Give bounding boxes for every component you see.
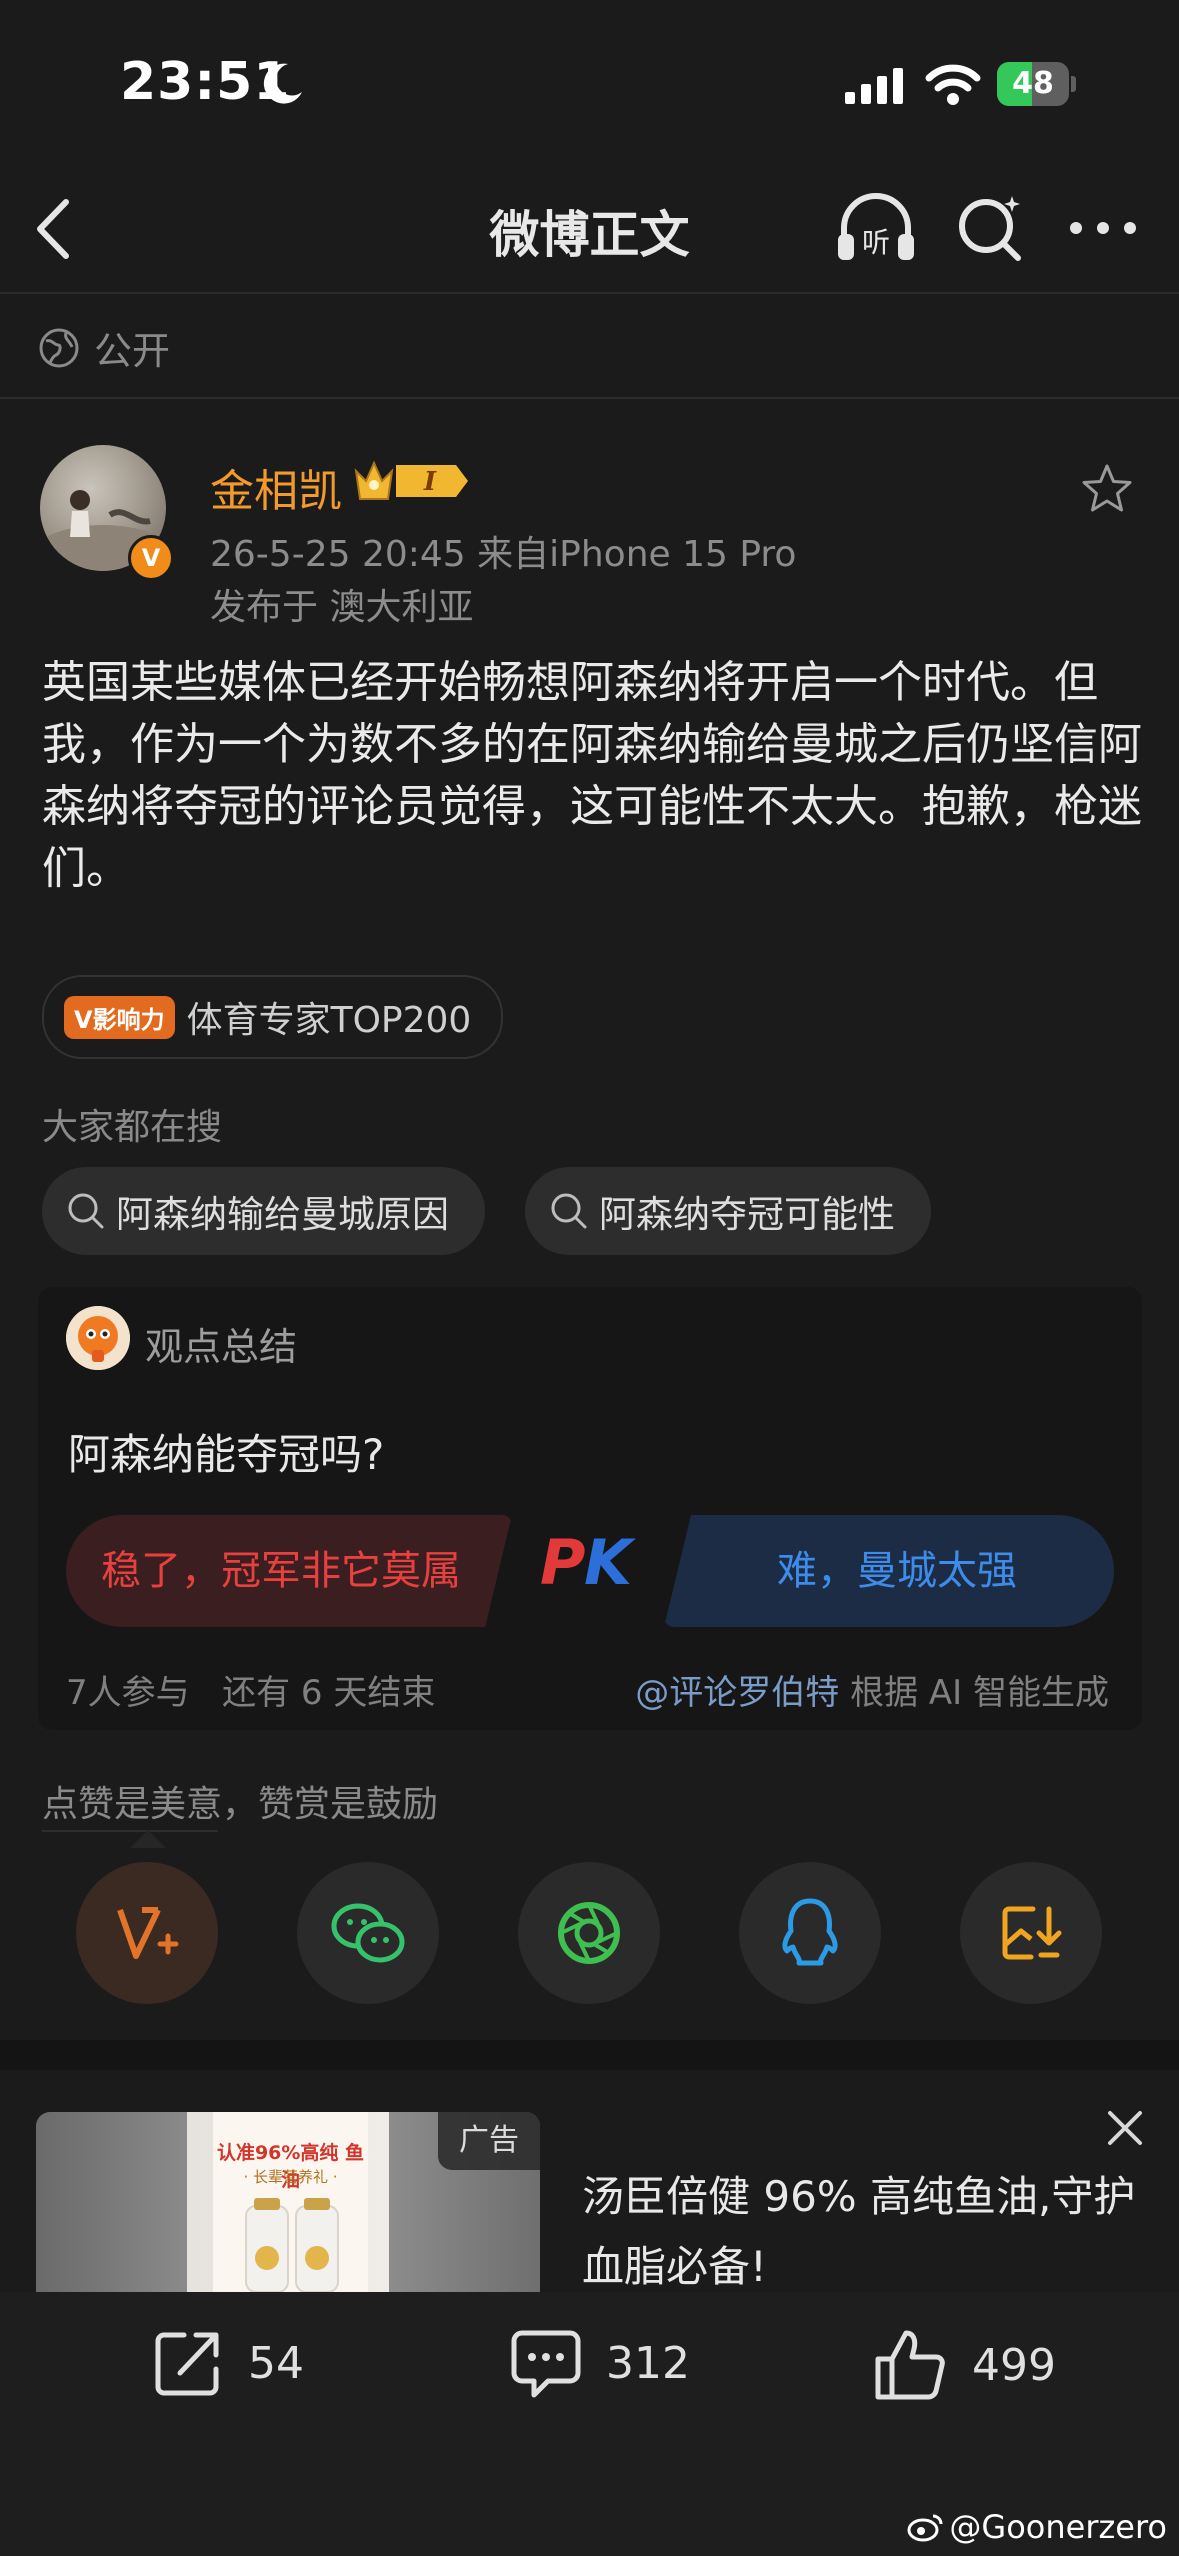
influence-label: 体育专家TOP200 [186,1000,472,1041]
ad-tag: 广告 [438,2112,540,2170]
weibo-logo-icon [907,2514,943,2542]
time-remaining: 还有 6 天结束 [222,1673,436,1713]
comment-count: 312 [606,2337,690,2389]
like-count: 499 [972,2339,1056,2391]
section-gap [0,2040,1179,2070]
save-image-icon [1002,1906,1062,1960]
ad-product-line2: · 长辈营养礼 · [243,2168,338,2186]
svg-text:听: 听 [862,226,890,259]
share-wechat-button[interactable] [297,1862,439,2004]
chip-label: 阿森纳输给曼城原因 [116,1193,449,1236]
influence-badge: V影响力 [64,995,175,1039]
battery-indicator: 48 [997,62,1077,106]
like-button[interactable]: 499 [870,2325,1056,2405]
source-link[interactable]: @评论罗伯特 [635,1673,839,1713]
svg-text:P: P [540,1528,585,1598]
nav-divider [0,292,1179,294]
reward-button[interactable] [76,1862,218,2004]
wifi-icon [925,64,981,105]
battery-percent: 48 [1012,66,1054,101]
svg-text:K: K [584,1528,636,1598]
search-icon[interactable] [956,192,1026,264]
post-text: 英国某些媒体已经开始畅想阿森纳将开启一个时代。但我，作为一个为数不多的在阿森纳输… [42,657,1142,894]
watermark: @Goonerzero [907,2508,1167,2546]
opinion-stats: 7人参与 还有 6 天结束 [66,1665,435,1714]
ad-bottles-icon [245,2198,339,2292]
chip-label: 阿森纳夺冠可能性 [599,1193,895,1236]
more-icon[interactable] [1068,218,1138,238]
watermark-text: @Goonerzero [949,2508,1167,2546]
author-name[interactable]: 金相凯 [210,455,342,519]
opinion-question: 阿森纳能夺冠吗? [68,1430,385,1479]
post-location: 发布于 澳大利亚 [210,587,474,628]
thumbs-up-icon [875,2330,945,2400]
search-icon [551,1193,587,1229]
option-b-button[interactable]: 难，曼城太强 [680,1515,1114,1627]
search-icon [68,1193,104,1229]
cellular-signal-icon [845,68,903,104]
hot-search-chip[interactable]: 阿森纳输给曼城原因 [42,1167,485,1255]
opinion-source: @评论罗伯特 根据 AI 智能生成 [635,1665,1109,1714]
mascot-icon [66,1306,130,1370]
repost-icon [155,2332,219,2396]
participants-count: 7人参与 [66,1673,190,1713]
save-image-button[interactable] [960,1862,1102,2004]
influence-tag[interactable]: V影响力 体育专家TOP200 [42,975,504,1059]
moments-icon [558,1902,620,1964]
section-divider [0,397,1179,399]
verified-badge: V [128,535,174,581]
option-a-button[interactable]: 稳了，冠军非它莫属 [66,1515,496,1627]
post-meta: 26-5-25 20:45 来自iPhone 15 Pro [210,534,797,575]
ad-title[interactable]: 汤臣倍健 96% 高纯鱼油,守护血脂必备! [582,2162,1142,2302]
listen-icon[interactable]: 听 [834,190,918,266]
level-text: I [423,467,437,497]
comment-icon [511,2330,581,2398]
pk-mark: P K [540,1526,640,1614]
visibility-row: 公开 [38,320,170,375]
visibility-label: 公开 [94,329,171,373]
level-badge-icon[interactable]: I [352,455,472,507]
hot-search-chip[interactable]: 阿森纳夺冠可能性 [525,1167,931,1255]
repost-button[interactable]: 54 [150,2325,304,2401]
wechat-icon [331,1903,405,1963]
comment-button[interactable]: 312 [508,2325,690,2401]
tooltip-pointer [130,1830,166,1848]
hot-search-label: 大家都在搜 [42,1107,223,1148]
source-suffix: 根据 AI 智能生成 [839,1673,1109,1713]
share-qq-button[interactable] [739,1862,881,2004]
weibo-reward-icon [117,1907,179,1959]
reward-label: 点赞是美意，赞赏是鼓励 [42,1784,439,1825]
globe-icon [39,328,79,367]
share-moments-button[interactable] [518,1862,660,2004]
close-icon[interactable] [1100,2103,1150,2153]
repost-count: 54 [248,2337,304,2389]
favorite-star-icon[interactable] [1080,462,1134,516]
qq-icon [782,1898,838,1966]
opinion-header: 观点总结 [145,1325,298,1369]
moon-icon [263,63,302,104]
